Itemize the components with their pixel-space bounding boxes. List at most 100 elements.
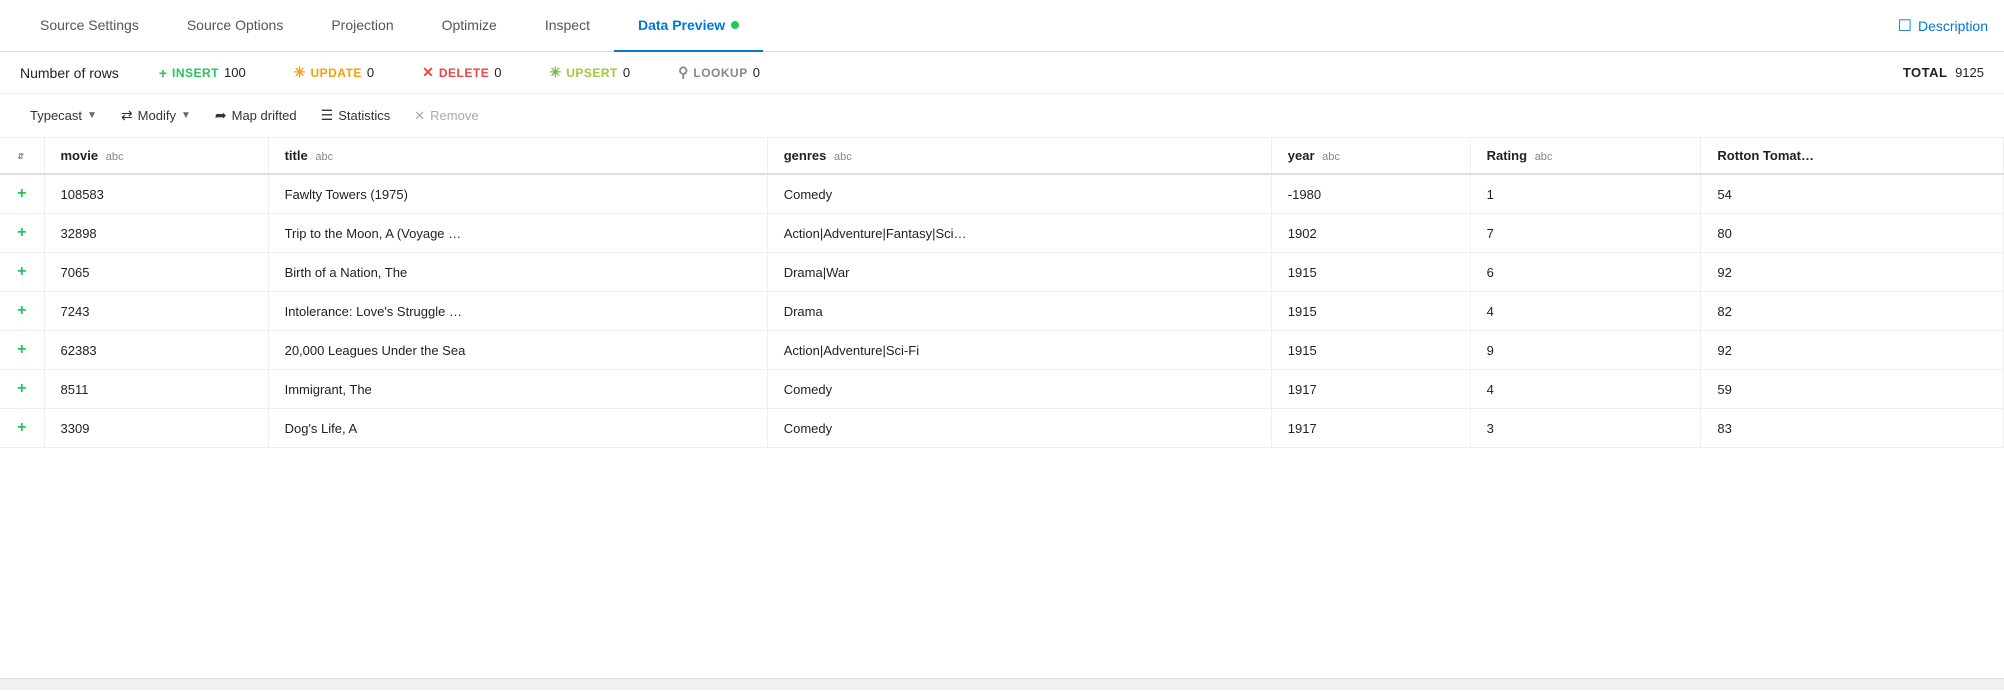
cell-rotton: 59 xyxy=(1701,370,2004,409)
cell-rating: 4 xyxy=(1470,370,1701,409)
row-insert-indicator: + xyxy=(0,253,44,292)
remove-label: Remove xyxy=(430,108,478,123)
col-header-year[interactable]: year abc xyxy=(1271,138,1470,174)
tab-data-preview[interactable]: Data Preview xyxy=(614,0,763,52)
map-drifted-icon: ➦ xyxy=(215,107,227,124)
remove-icon: ✕ xyxy=(414,108,425,124)
chat-icon: ☐ xyxy=(1898,16,1912,36)
cell-movie: 108583 xyxy=(44,174,268,214)
cell-title: Dog's Life, A xyxy=(268,409,767,448)
cell-year: 1902 xyxy=(1271,214,1470,253)
typecast-label: Typecast xyxy=(30,108,82,123)
upsert-key: UPSERT xyxy=(566,66,618,80)
modify-button[interactable]: ⇄ Modify ▼ xyxy=(111,102,201,129)
col-header-movie[interactable]: movie abc xyxy=(44,138,268,174)
cell-movie: 32898 xyxy=(44,214,268,253)
cell-year: 1915 xyxy=(1271,292,1470,331)
total-stat: TOTAL 9125 xyxy=(1903,65,1984,80)
row-insert-indicator: + xyxy=(0,174,44,214)
cell-rotton: 92 xyxy=(1701,331,2004,370)
typecast-chevron-icon: ▼ xyxy=(87,110,97,121)
col-header-genres[interactable]: genres abc xyxy=(767,138,1271,174)
cell-rating: 4 xyxy=(1470,292,1701,331)
data-table: ⇵ movie abc title abc genres abc year ab… xyxy=(0,138,2004,448)
total-val: 9125 xyxy=(1955,65,1984,80)
cell-movie: 62383 xyxy=(44,331,268,370)
cell-title: 20,000 Leagues Under the Sea xyxy=(268,331,767,370)
upsert-icon: ✳ xyxy=(549,64,561,81)
tab-source-options[interactable]: Source Options xyxy=(163,0,308,52)
cell-rating: 9 xyxy=(1470,331,1701,370)
table-row: +3309Dog's Life, AComedy1917383 xyxy=(0,409,2004,448)
statistics-label: Statistics xyxy=(338,108,390,123)
table-header-row: ⇵ movie abc title abc genres abc year ab… xyxy=(0,138,2004,174)
row-insert-indicator: + xyxy=(0,370,44,409)
cell-year: 1917 xyxy=(1271,370,1470,409)
horizontal-scrollbar[interactable] xyxy=(0,678,2004,690)
sort-icon: ⇵ xyxy=(17,153,24,161)
upsert-stat: ✳ UPSERT 0 xyxy=(549,64,630,81)
insert-val: 100 xyxy=(224,65,246,80)
cell-year: 1915 xyxy=(1271,253,1470,292)
row-insert-indicator: + xyxy=(0,331,44,370)
cell-genres: Comedy xyxy=(767,174,1271,214)
lookup-val: 0 xyxy=(753,65,760,80)
total-key: TOTAL xyxy=(1903,65,1948,80)
col-header-rotton-tomato[interactable]: Rotton Tomat… xyxy=(1701,138,2004,174)
tab-inspect[interactable]: Inspect xyxy=(521,0,614,52)
cell-genres: Drama xyxy=(767,292,1271,331)
cell-movie: 7243 xyxy=(44,292,268,331)
cell-genres: Action|Adventure|Sci-Fi xyxy=(767,331,1271,370)
col-header-rating[interactable]: Rating abc xyxy=(1470,138,1701,174)
cell-year: 1915 xyxy=(1271,331,1470,370)
delete-stat: ✕ DELETE 0 xyxy=(422,64,501,81)
table-row: +7065Birth of a Nation, TheDrama|War1915… xyxy=(0,253,2004,292)
statistics-button[interactable]: ☰ Statistics xyxy=(311,102,401,129)
row-insert-indicator: + xyxy=(0,409,44,448)
col-header-title[interactable]: title abc xyxy=(268,138,767,174)
active-indicator-dot xyxy=(731,21,739,29)
insert-icon: + xyxy=(159,65,167,81)
delete-val: 0 xyxy=(494,65,501,80)
cell-rotton: 54 xyxy=(1701,174,2004,214)
map-drifted-button[interactable]: ➦ Map drifted xyxy=(205,102,307,129)
cell-title: Intolerance: Love's Struggle … xyxy=(268,292,767,331)
cell-rating: 3 xyxy=(1470,409,1701,448)
delete-key: DELETE xyxy=(439,66,489,80)
cell-genres: Action|Adventure|Fantasy|Sci… xyxy=(767,214,1271,253)
table-row: +6238320,000 Leagues Under the SeaAction… xyxy=(0,331,2004,370)
insert-stat: + INSERT 100 xyxy=(159,65,246,81)
table-row: +8511Immigrant, TheComedy1917459 xyxy=(0,370,2004,409)
cell-title: Birth of a Nation, The xyxy=(268,253,767,292)
remove-button[interactable]: ✕ Remove xyxy=(404,103,488,129)
cell-rotton: 80 xyxy=(1701,214,2004,253)
tab-optimize[interactable]: Optimize xyxy=(418,0,521,52)
cell-year: -1980 xyxy=(1271,174,1470,214)
tab-source-settings[interactable]: Source Settings xyxy=(16,0,163,52)
update-icon: ✳ xyxy=(294,64,306,81)
modify-chevron-icon: ▼ xyxy=(181,110,191,121)
row-insert-indicator: + xyxy=(0,214,44,253)
data-table-container: ⇵ movie abc title abc genres abc year ab… xyxy=(0,138,2004,678)
lookup-stat: ⚲ LOOKUP 0 xyxy=(678,64,760,81)
description-button[interactable]: ☐ Description xyxy=(1898,0,1988,51)
toolbar: Typecast ▼ ⇄ Modify ▼ ➦ Map drifted ☰ St… xyxy=(0,94,2004,138)
typecast-button[interactable]: Typecast ▼ xyxy=(20,103,107,128)
cell-title: Immigrant, The xyxy=(268,370,767,409)
table-row: +108583Fawlty Towers (1975)Comedy-198015… xyxy=(0,174,2004,214)
cell-genres: Comedy xyxy=(767,409,1271,448)
lookup-key: LOOKUP xyxy=(693,66,747,80)
stats-bar: Number of rows + INSERT 100 ✳ UPDATE 0 ✕… xyxy=(0,52,2004,94)
cell-title: Trip to the Moon, A (Voyage … xyxy=(268,214,767,253)
cell-rating: 6 xyxy=(1470,253,1701,292)
update-key: UPDATE xyxy=(310,66,361,80)
cell-year: 1917 xyxy=(1271,409,1470,448)
col-header-sort[interactable]: ⇵ xyxy=(0,138,44,174)
cell-rotton: 82 xyxy=(1701,292,2004,331)
tab-projection[interactable]: Projection xyxy=(307,0,417,52)
insert-key: INSERT xyxy=(172,66,219,80)
delete-icon: ✕ xyxy=(422,64,434,81)
table-row: +7243Intolerance: Love's Struggle …Drama… xyxy=(0,292,2004,331)
cell-title: Fawlty Towers (1975) xyxy=(268,174,767,214)
cell-movie: 3309 xyxy=(44,409,268,448)
